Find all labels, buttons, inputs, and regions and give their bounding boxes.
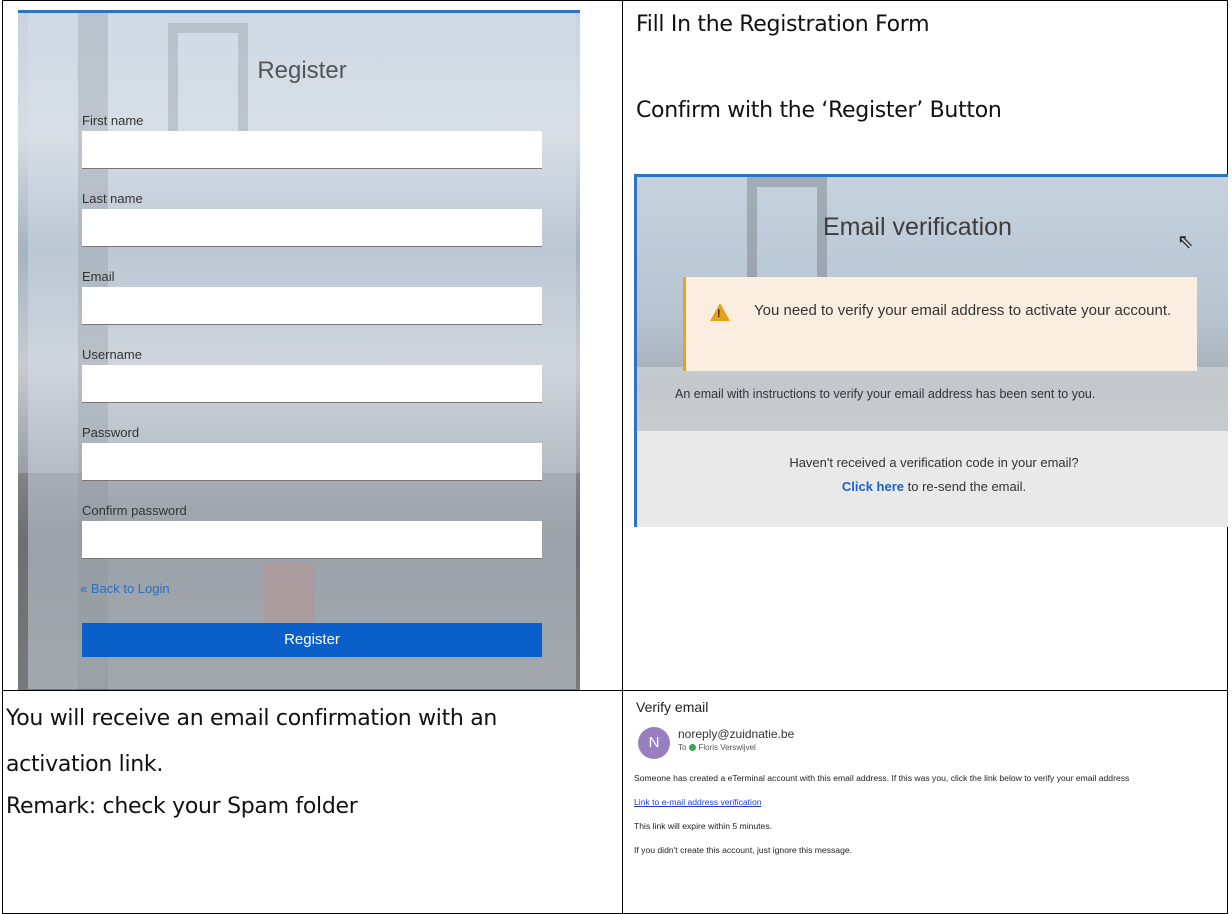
email-label: Email <box>82 269 115 284</box>
back-to-login-link[interactable]: « Back to Login <box>80 581 170 596</box>
register-panel: Register First name Last name Email User… <box>28 13 576 689</box>
email-body-expiry: This link will expire within 5 minutes. <box>634 821 773 831</box>
last-name-label: Last name <box>82 191 143 206</box>
confirm-password-input[interactable] <box>82 521 542 559</box>
instruction-spam-remark: Remark: check your Spam folder <box>6 794 358 819</box>
password-input[interactable] <box>82 443 542 481</box>
email-verification-title: Email verification <box>823 213 1012 241</box>
sender-address: noreply@zuidnatie.be <box>678 727 795 741</box>
instruction-confirm-register: Confirm with the ‘Register’ Button <box>636 98 1002 123</box>
recipient-line: To Floris Verswijvel <box>678 743 756 752</box>
verification-email-screenshot: Verify email N noreply@zuidnatie.be To Fl… <box>634 697 1228 907</box>
instruction-fill-form: Fill In the Registration Form <box>636 12 930 37</box>
first-name-input[interactable] <box>82 131 542 169</box>
verify-email-alert: ! You need to verify your email address … <box>683 277 1197 371</box>
email-input[interactable] <box>82 287 542 325</box>
register-title: Register <box>257 57 347 84</box>
resend-email-link[interactable]: Click here <box>842 479 904 494</box>
to-label: To <box>678 743 687 752</box>
email-body-intro: Someone has created a eTerminal account … <box>634 773 1130 783</box>
resend-suffix: to re-send the email. <box>904 479 1027 494</box>
verified-check-icon <box>689 744 697 751</box>
recipient-name: Floris Verswijvel <box>698 743 756 752</box>
first-name-label: First name <box>82 113 144 128</box>
register-screenshot: Register First name Last name Email User… <box>18 10 580 690</box>
email-body-ignore: If you didn't create this account, just … <box>634 845 853 855</box>
password-label: Password <box>82 425 140 440</box>
email-subject: Verify email <box>636 699 709 715</box>
instruction-activation-link: activation link. <box>6 752 164 777</box>
username-label: Username <box>82 347 142 362</box>
sender-avatar: N <box>638 727 670 759</box>
confirm-password-label: Confirm password <box>82 503 187 518</box>
last-name-input[interactable] <box>82 209 542 247</box>
resend-footer: Haven't received a verification code in … <box>637 431 1228 527</box>
resend-line: Click here to re-send the email. <box>637 479 1228 494</box>
mouse-cursor-icon: ⇖ <box>1177 231 1194 253</box>
register-button[interactable]: Register <box>82 623 542 657</box>
instructions-sent-text: An email with instructions to verify you… <box>675 387 1096 401</box>
instruction-email-confirmation: You will receive an email confirmation w… <box>6 706 498 731</box>
verification-link[interactable]: Link to e-mail address verification <box>634 797 762 807</box>
username-input[interactable] <box>82 365 542 403</box>
resend-question: Haven't received a verification code in … <box>789 455 1079 470</box>
email-verification-screenshot: Email verification ⇖ ! You need to verif… <box>634 174 1228 527</box>
alert-message: You need to verify your email address to… <box>754 302 1172 319</box>
